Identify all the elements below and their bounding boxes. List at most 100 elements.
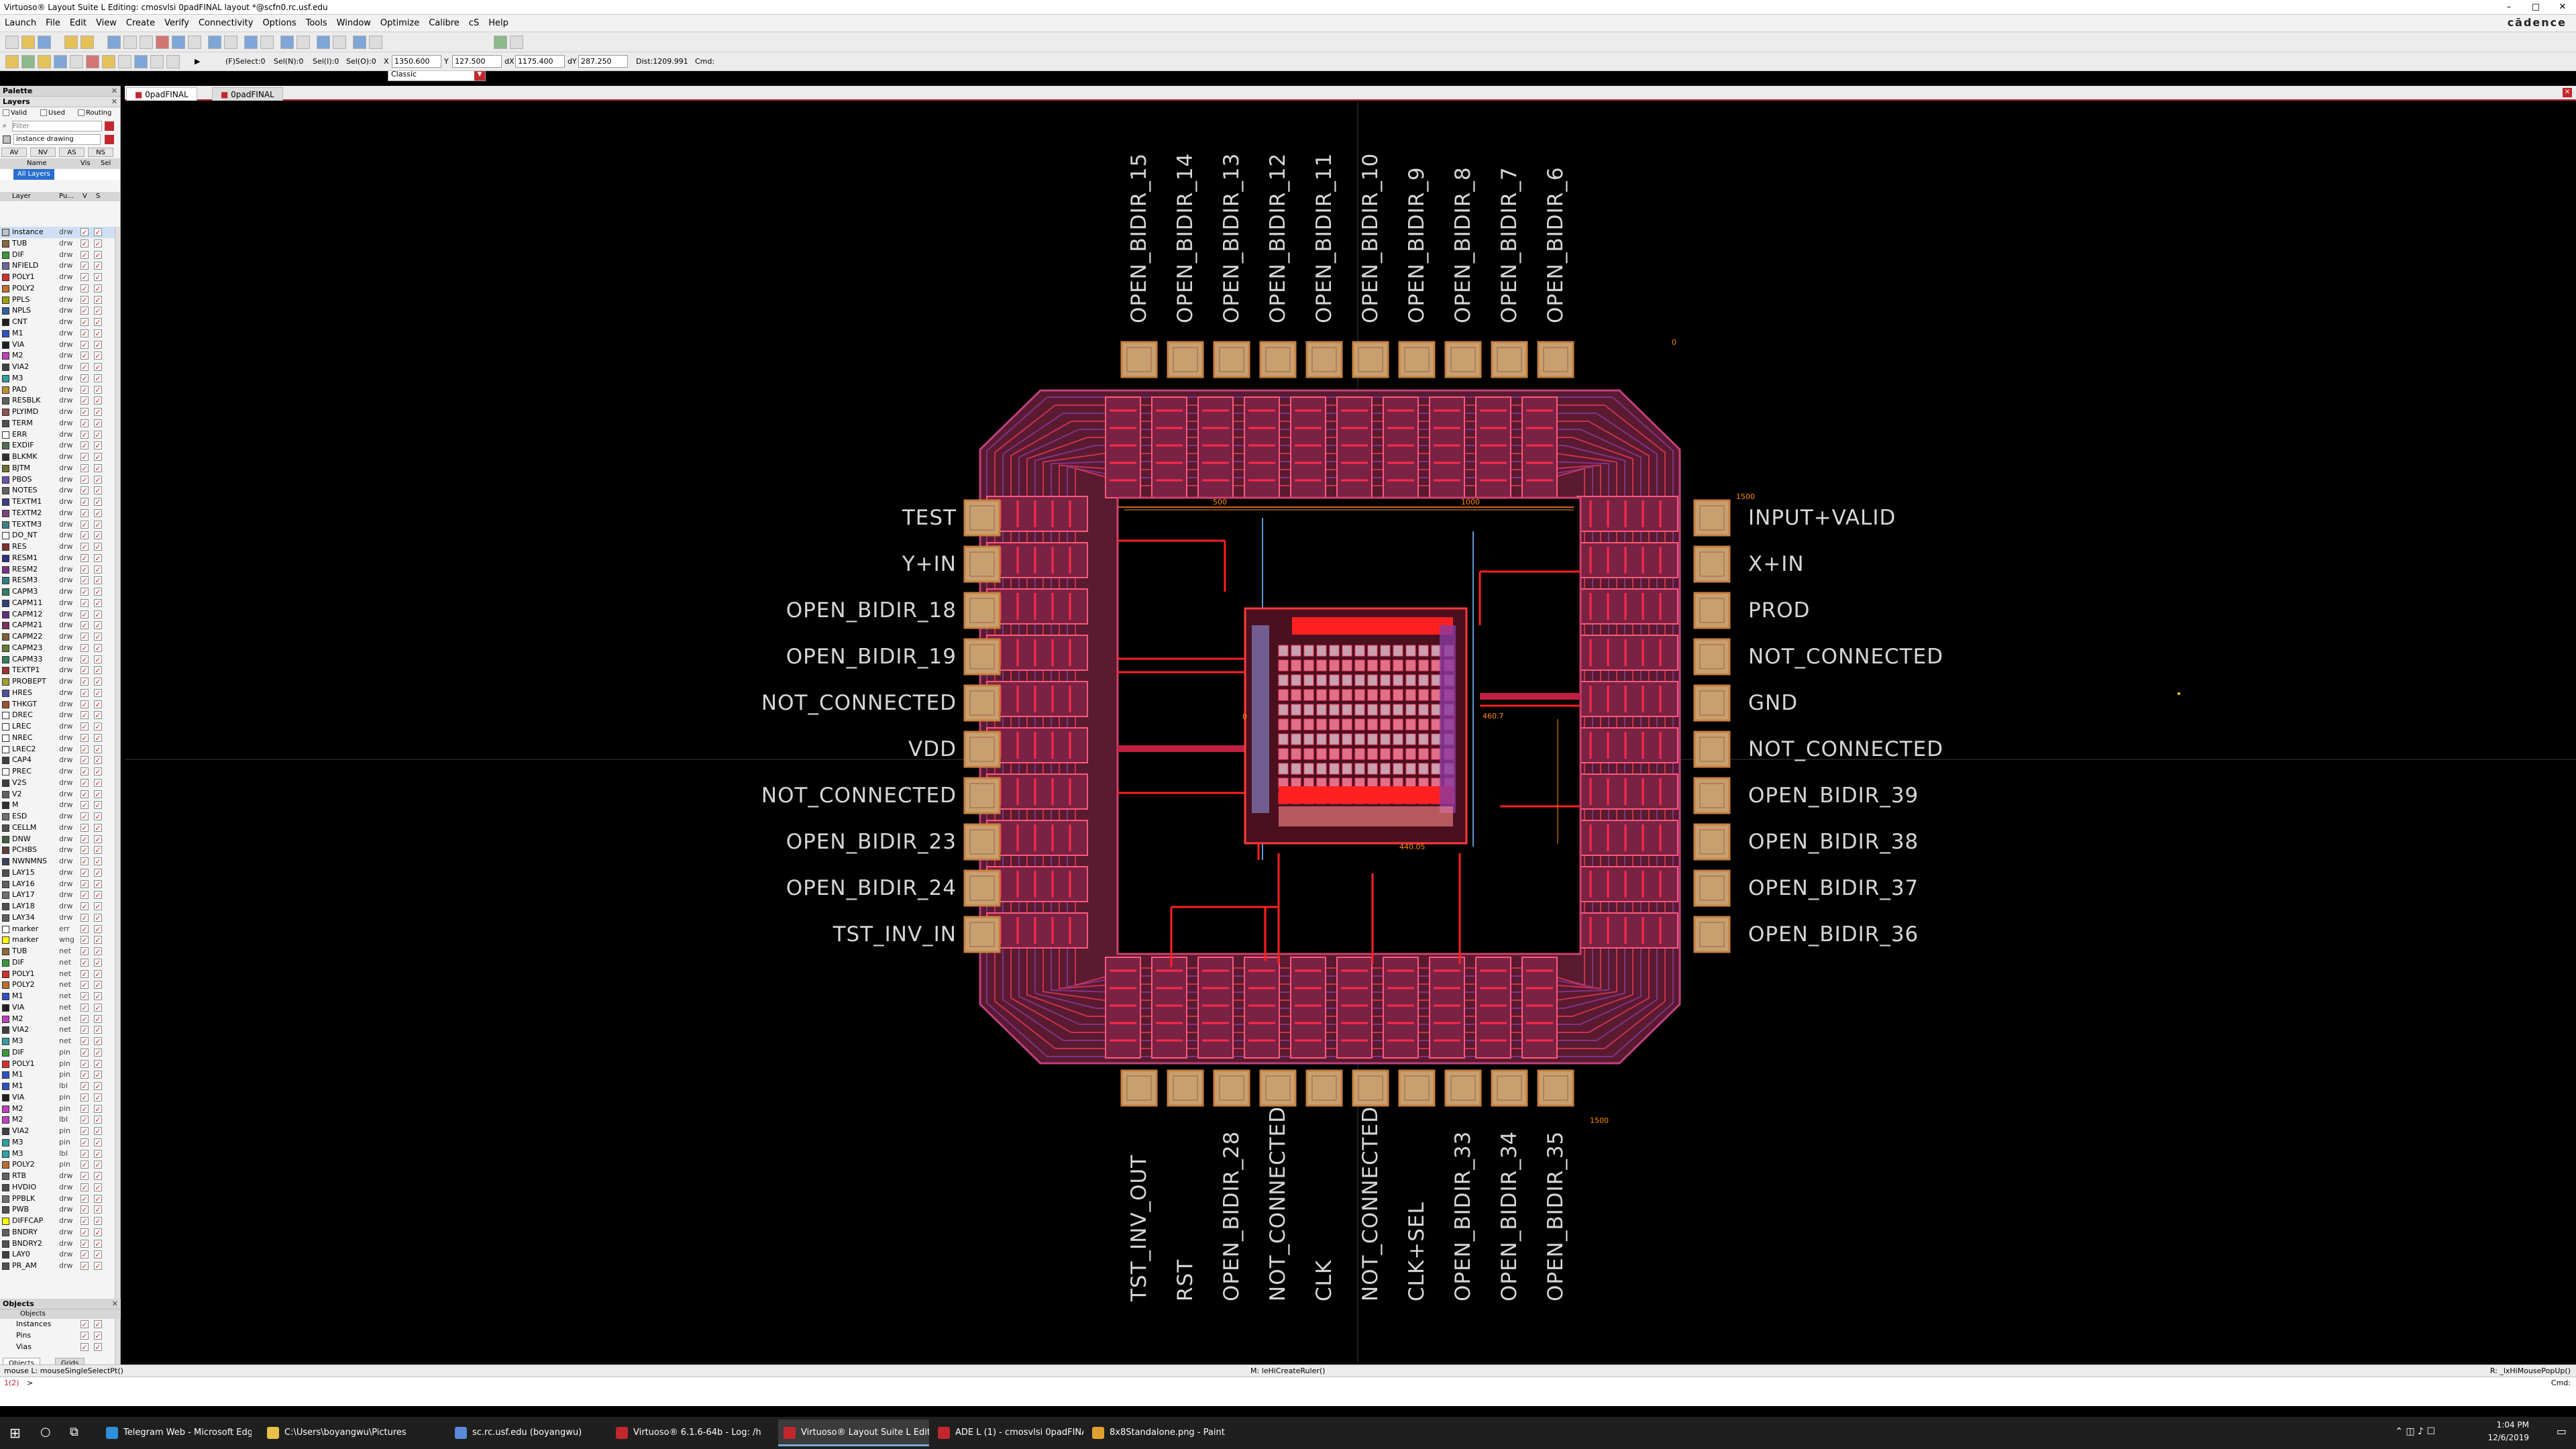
create-rect-icon[interactable] (5, 55, 19, 68)
selectable-checkbox[interactable]: ✓ (94, 1205, 102, 1214)
selectable-checkbox[interactable]: ✓ (94, 1250, 102, 1259)
visible-checkbox[interactable]: ✓ (80, 419, 89, 427)
layer-row[interactable]: DIF pin ✓ ✓ (0, 1047, 118, 1059)
menu-verify[interactable]: Verify (160, 15, 194, 32)
layer-row[interactable]: HVDIO drw ✓ ✓ (0, 1182, 118, 1193)
layer-row[interactable]: VIA2 net ✓ ✓ (0, 1024, 118, 1036)
notification-icon[interactable]: ▭ (2557, 1425, 2567, 1438)
visible-checkbox[interactable]: ✓ (80, 1149, 89, 1158)
task-view-icon[interactable]: ⧉ (70, 1425, 78, 1439)
layer-row[interactable]: PCHBS drw ✓ ✓ (0, 845, 118, 856)
menu-options[interactable]: Options (258, 15, 301, 32)
checkbox[interactable] (3, 109, 9, 116)
selectable-checkbox[interactable]: ✓ (94, 688, 102, 697)
layout-canvas[interactable]: 0 0 1500 1500 500 1000 460.7 440.05 OPEN_BIDIR_… (125, 102, 2576, 1363)
layer-row[interactable]: CELLM drw ✓ ✓ (0, 822, 118, 834)
selectable-checkbox[interactable]: ✓ (94, 1183, 102, 1191)
layer-row[interactable]: DO_NT drw ✓ ✓ (0, 530, 118, 541)
layer-row[interactable]: TEXTM3 drw ✓ ✓ (0, 519, 118, 531)
visible-checkbox[interactable]: ✓ (80, 441, 89, 450)
taskbar-app[interactable]: sc.rc.usf.edu (boyangwu) (449, 1419, 600, 1446)
visible-checkbox[interactable]: ✓ (80, 992, 89, 1000)
visible-checkbox[interactable]: ✓ (80, 396, 89, 405)
selectable-checkbox[interactable]: ✓ (94, 1262, 102, 1270)
visible-checkbox[interactable]: ✓ (80, 621, 89, 630)
select-icon[interactable] (208, 36, 221, 49)
visible-checkbox[interactable]: ✓ (80, 374, 89, 382)
menu-create[interactable]: Create (121, 15, 160, 32)
visible-checkbox[interactable]: ✓ (80, 879, 89, 888)
layer-row[interactable]: CAPM23 drw ✓ ✓ (0, 643, 118, 654)
layer-row[interactable]: THKGT drw ✓ ✓ (0, 699, 118, 710)
flip-icon[interactable] (150, 55, 164, 68)
hierarchy-icon[interactable] (333, 36, 346, 49)
visible-checkbox[interactable]: ✓ (80, 1026, 89, 1034)
layer-row[interactable]: Mdrw ✓ ✓ (0, 800, 118, 811)
menu-launch[interactable]: Launch (0, 15, 41, 32)
selectable-checkbox[interactable]: ✓ (94, 711, 102, 720)
layer-row[interactable]: DIF net ✓ ✓ (0, 957, 118, 969)
visible-checkbox[interactable]: ✓ (80, 1239, 89, 1248)
visible-checkbox[interactable]: ✓ (80, 565, 89, 574)
vis-button-nv[interactable]: NV (30, 148, 56, 157)
visible-checkbox[interactable]: ✓ (80, 1194, 89, 1203)
layer-row[interactable]: V2 drw ✓ ✓ (0, 789, 118, 800)
layer-row[interactable]: LAY34 drw ✓ ✓ (0, 912, 118, 924)
layer-row[interactable]: M2 lbl ✓ ✓ (0, 1114, 118, 1126)
layer-row[interactable]: TEXTP1 drw ✓ ✓ (0, 665, 118, 676)
layer-row[interactable]: TUB net ✓ ✓ (0, 946, 118, 957)
visible-checkbox[interactable]: ✓ (80, 1104, 89, 1113)
visible-checkbox[interactable]: ✓ (80, 543, 89, 551)
visible-checkbox[interactable]: ✓ (80, 969, 89, 978)
visible-checkbox[interactable]: ✓ (80, 1172, 89, 1180)
selectable-checkbox[interactable]: ✓ (94, 553, 102, 562)
layer-row[interactable]: V2S drw ✓ ✓ (0, 777, 118, 789)
new-icon[interactable] (5, 36, 19, 49)
visible-checkbox[interactable]: ✓ (80, 1127, 89, 1135)
workspace-save-icon[interactable] (494, 36, 507, 49)
layer-row[interactable]: LAY0 drw ✓ ✓ (0, 1249, 118, 1260)
visible-checkbox[interactable]: ✓ (80, 722, 89, 731)
layer-row[interactable]: M1 drw ✓ ✓ (0, 328, 118, 339)
selectable-checkbox[interactable]: ✓ (94, 374, 102, 382)
visible-checkbox[interactable]: ✓ (80, 678, 89, 686)
layer-row[interactable]: NOTES drw ✓ ✓ (0, 485, 118, 496)
visible-checkbox[interactable]: ✓ (80, 453, 89, 461)
layer-row[interactable]: RESBLK drw ✓ ✓ (0, 395, 118, 407)
selectable-checkbox[interactable]: ✓ (94, 588, 102, 596)
selectable-checkbox[interactable]: ✓ (94, 1138, 102, 1146)
selectable-checkbox[interactable]: ✓ (94, 992, 102, 1000)
layer-row[interactable]: M2 net ✓ ✓ (0, 1014, 118, 1025)
visible-checkbox[interactable]: ✓ (80, 250, 89, 259)
visible-checkbox[interactable]: ✓ (80, 464, 89, 472)
visible-checkbox[interactable]: ✓ (80, 1205, 89, 1214)
create-wire-icon[interactable] (118, 55, 131, 68)
visible-checkbox[interactable]: ✓ (80, 902, 89, 910)
layer-row[interactable]: LAY16 drw ✓ ✓ (0, 879, 118, 890)
visible-checkbox[interactable]: ✓ (80, 1262, 89, 1270)
menu-optimize[interactable]: Optimize (376, 15, 424, 32)
selectable-checkbox[interactable]: ✓ (94, 1014, 102, 1023)
selectable-checkbox[interactable]: ✓ (94, 891, 102, 900)
redraw-icon[interactable] (317, 36, 330, 49)
layer-row[interactable]: ERR drw ✓ ✓ (0, 429, 118, 441)
tray-icons[interactable]: ⌃ ◫ ♪ ☐ (2395, 1426, 2435, 1437)
selectable-checkbox[interactable]: ✓ (94, 981, 102, 989)
create-label-icon[interactable] (70, 55, 83, 68)
visible-checkbox[interactable]: ✓ (80, 430, 89, 439)
layer-row[interactable]: NFIELD drw ✓ ✓ (0, 260, 118, 272)
layer-row[interactable]: TEXTM1 drw ✓ ✓ (0, 496, 118, 508)
menu-help[interactable]: Help (484, 15, 513, 32)
visible-checkbox[interactable]: ✓ (80, 520, 89, 529)
selectable-checkbox[interactable]: ✓ (94, 846, 102, 855)
layer-row[interactable]: CAPM21 drw ✓ ✓ (0, 620, 118, 631)
layer-scrollbar[interactable] (115, 227, 120, 1378)
create-pin-icon[interactable] (86, 55, 99, 68)
selectable-checkbox[interactable]: ✓ (94, 1104, 102, 1113)
undo-icon[interactable] (64, 36, 78, 49)
layer-row[interactable]: PPBLK drw ✓ ✓ (0, 1193, 118, 1205)
layer-row[interactable]: PREC drw ✓ ✓ (0, 766, 118, 777)
selectable-checkbox[interactable]: ✓ (94, 969, 102, 978)
visible-checkbox[interactable]: ✓ (80, 352, 89, 360)
visible-checkbox[interactable]: ✓ (80, 756, 89, 765)
